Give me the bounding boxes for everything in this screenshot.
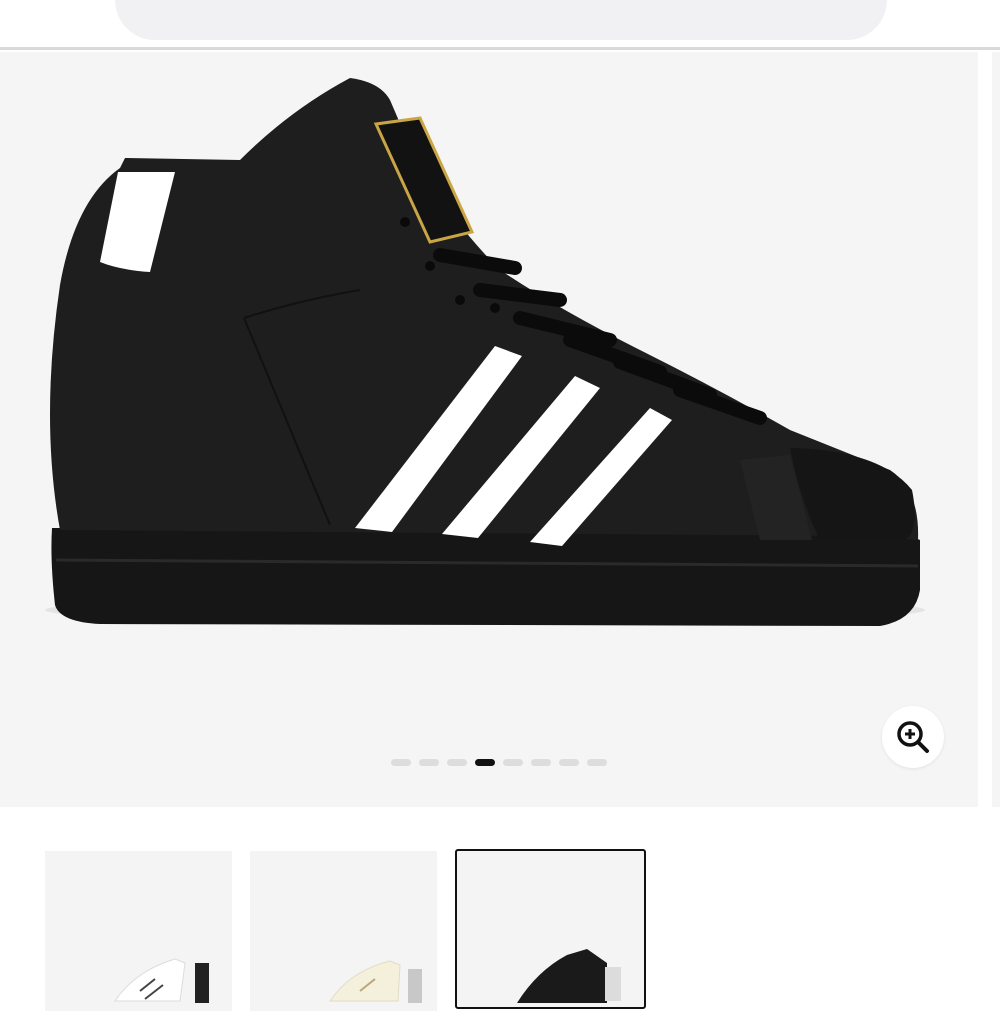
product-thumbnail-image <box>329 960 422 1003</box>
carousel-dot[interactable] <box>391 759 411 766</box>
carousel-dot[interactable] <box>587 759 607 766</box>
carousel-dot[interactable] <box>447 759 467 766</box>
carousel-dot[interactable] <box>419 759 439 766</box>
carousel-dot-active[interactable] <box>475 759 495 766</box>
thumbnail-black-variant-selected[interactable] <box>455 849 646 1009</box>
zoom-in-icon <box>897 721 929 753</box>
thumbnail-white-variant[interactable] <box>45 851 232 1011</box>
product-image-gallery[interactable] <box>0 52 978 807</box>
product-image <box>45 78 925 626</box>
carousel-indicator <box>391 759 607 767</box>
thumbnail-strip <box>45 849 646 1011</box>
next-image-peek <box>992 52 1000 807</box>
top-bar <box>0 0 1000 50</box>
zoom-button[interactable] <box>882 706 944 768</box>
product-thumbnail-image <box>517 949 621 1003</box>
thumbnail-cream-variant[interactable] <box>250 851 437 1011</box>
carousel-dot[interactable] <box>503 759 523 766</box>
carousel-dot[interactable] <box>559 759 579 766</box>
product-thumbnail-image <box>114 958 209 1003</box>
carousel-dot[interactable] <box>531 759 551 766</box>
search-bar[interactable] <box>115 0 887 40</box>
